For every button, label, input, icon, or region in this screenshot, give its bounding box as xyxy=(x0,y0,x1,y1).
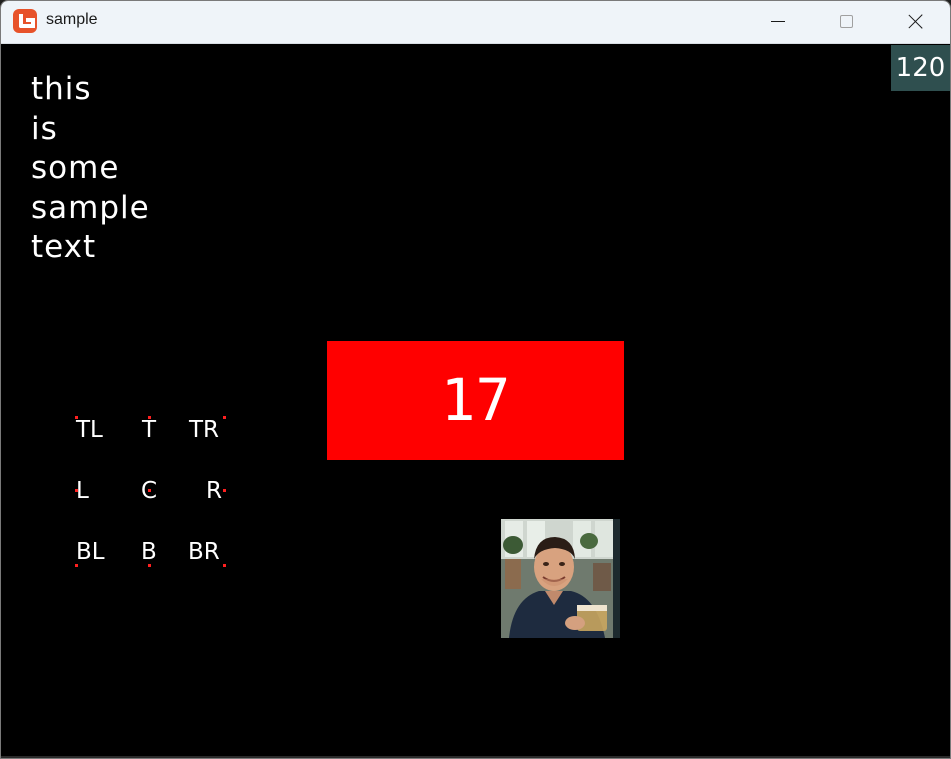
close-button[interactable] xyxy=(880,1,948,43)
maximize-button[interactable] xyxy=(812,1,880,43)
fps-counter: 120 xyxy=(891,45,950,91)
sample-text-line: some xyxy=(31,150,120,186)
photo-sprite xyxy=(501,519,620,638)
anchor-label-top-left: TL xyxy=(76,417,103,443)
anchor-label-top: T xyxy=(142,417,157,443)
anchor-label-bottom: B xyxy=(141,539,157,565)
anchor-dot-left xyxy=(75,489,78,492)
anchor-dot-bottom xyxy=(148,564,151,567)
close-icon xyxy=(908,13,924,29)
anchor-dot-top-right xyxy=(223,416,226,419)
anchor-dot-bottom-right xyxy=(223,564,226,567)
sample-text-line: this xyxy=(31,71,92,107)
sample-text-line: is xyxy=(31,110,58,147)
sample-text-line: text xyxy=(31,229,97,265)
window-title: sample xyxy=(46,11,98,28)
counter-value: 17 xyxy=(440,366,511,434)
anchor-dot-top xyxy=(148,416,151,419)
monogame-logo-icon xyxy=(13,9,37,33)
sample-text-line: sample xyxy=(31,189,150,226)
minimize-button[interactable] xyxy=(744,1,812,43)
anchor-dot-bottom-left xyxy=(75,564,78,567)
anchor-dot-right xyxy=(223,489,226,492)
minimize-icon xyxy=(771,21,785,22)
counter-box: 17 xyxy=(327,341,624,460)
game-canvas[interactable]: 120 this is some sample text 17 TL T TR … xyxy=(1,44,950,758)
maximize-icon xyxy=(840,15,853,28)
anchor-label-top-right: TR xyxy=(189,417,220,443)
title-bar[interactable]: sample xyxy=(1,1,950,44)
anchor-dot-center xyxy=(148,489,151,492)
anchor-dot-top-left xyxy=(75,416,78,419)
sample-text-block: this is some sample text xyxy=(31,70,150,268)
anchor-label-bottom-right: BR xyxy=(188,539,220,565)
app-window: sample 120 this is some sample text 17 T… xyxy=(0,0,951,759)
bottom-border xyxy=(1,756,950,758)
anchor-label-right: R xyxy=(206,478,222,504)
anchor-label-bottom-left: BL xyxy=(76,539,105,565)
